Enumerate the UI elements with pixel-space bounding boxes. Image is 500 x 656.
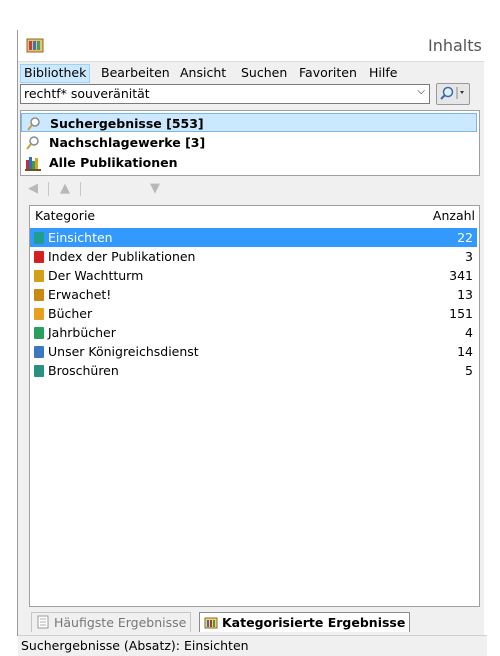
navigation-list: Suchergebnisse [553] Nachschlagewerke [3…: [20, 110, 480, 176]
book-icon: [34, 365, 44, 377]
tab-label: Kategorisierte Ergebnisse: [222, 615, 406, 630]
book-icon: [34, 327, 44, 339]
app-window: Inhalts Bibliothek Bearbeiten Ansicht Su…: [17, 30, 487, 656]
magnifier-icon: [27, 117, 40, 131]
menu-bar: Bibliothek Bearbeiten Ansicht Suchen Fav…: [18, 62, 484, 83]
menu-ansicht[interactable]: Ansicht: [177, 64, 229, 81]
results-tabs: Häufigste Ergebnisse Kategorisierte Erge…: [29, 612, 478, 632]
chevron-down-icon[interactable]: ⌵: [417, 86, 425, 97]
row-category: Index der Publikationen: [48, 249, 196, 264]
grid-header: Kategorie Anzahl: [30, 206, 479, 226]
tab-label: Häufigste Ergebnisse: [54, 615, 187, 630]
categorized-books-icon: [204, 617, 218, 629]
up-arrow-icon[interactable]: ▲: [56, 180, 74, 198]
menu-bearbeiten[interactable]: Bearbeiten: [98, 64, 173, 81]
nav-item-label: Nachschlagewerke [3]: [49, 135, 206, 150]
row-category: Einsichten: [48, 230, 113, 245]
book-icon: [34, 346, 44, 358]
book-icon: [34, 232, 44, 244]
table-row[interactable]: Der Wachtturm 341: [30, 266, 477, 285]
navigation-toolbar: ◀ ▲ ▼: [20, 178, 478, 200]
row-count: 3: [465, 249, 473, 264]
column-header-anzahl[interactable]: Anzahl: [433, 206, 475, 226]
row-category: Jahrbücher: [48, 325, 116, 340]
row-count: 14: [457, 344, 473, 359]
row-count: 13: [457, 287, 473, 302]
nav-item-suchergebnisse[interactable]: Suchergebnisse [553]: [21, 113, 477, 132]
row-category: Unser Königreichsdienst: [48, 344, 199, 359]
row-count: 22: [457, 230, 473, 245]
search-button[interactable]: [436, 83, 470, 105]
column-header-kategorie[interactable]: Kategorie: [35, 206, 95, 226]
search-row: ⌵: [18, 83, 484, 105]
tab-haeufigste-ergebnisse[interactable]: Häufigste Ergebnisse: [31, 612, 192, 632]
menu-suchen[interactable]: Suchen: [238, 64, 290, 81]
table-row[interactable]: Unser Königreichsdienst 14: [30, 342, 477, 361]
desktop-background: [0, 0, 500, 30]
nav-item-alle-publikationen[interactable]: Alle Publikationen: [21, 153, 477, 172]
row-category: Broschüren: [48, 363, 119, 378]
toolbar-separator: [80, 182, 81, 196]
toolbar-separator: [48, 182, 49, 196]
book-icon: [34, 251, 44, 263]
table-row[interactable]: Jahrbücher 4: [30, 323, 477, 342]
menu-bibliothek[interactable]: Bibliothek: [20, 64, 91, 83]
menu-favoriten[interactable]: Favoriten: [296, 64, 360, 81]
status-bar: Suchergebnisse (Absatz): Einsichten: [18, 635, 487, 656]
search-icon: [440, 86, 464, 100]
table-row[interactable]: Einsichten 22: [30, 228, 477, 247]
nav-item-nachschlagewerke[interactable]: Nachschlagewerke [3]: [21, 133, 477, 152]
library-app-icon: [26, 38, 44, 53]
table-row[interactable]: Index der Publikationen 3: [30, 247, 477, 266]
title-bar: Inhalts: [18, 30, 484, 62]
search-combobox[interactable]: ⌵: [20, 84, 430, 104]
row-count: 4: [465, 325, 473, 340]
tab-kategorisierte-ergebnisse[interactable]: Kategorisierte Ergebnisse: [199, 612, 411, 632]
down-arrow-icon[interactable]: ▼: [146, 180, 164, 198]
book-icon: [34, 289, 44, 301]
back-arrow-icon[interactable]: ◀: [24, 180, 42, 198]
category-results-grid: Kategorie Anzahl Einsichten 22 Index der…: [29, 205, 480, 607]
bookshelf-icon: [25, 157, 41, 171]
table-row[interactable]: Erwachet! 13: [30, 285, 477, 304]
magnifier-icon: [26, 136, 39, 150]
search-input[interactable]: [21, 85, 404, 101]
table-row[interactable]: Bücher 151: [30, 304, 477, 323]
document-icon: [37, 615, 49, 629]
nav-item-label: Alle Publikationen: [49, 155, 178, 170]
book-icon: [34, 308, 44, 320]
row-category: Erwachet!: [48, 287, 112, 302]
nav-item-label: Suchergebnisse [553]: [50, 116, 204, 131]
menu-hilfe[interactable]: Hilfe: [366, 64, 400, 81]
row-category: Der Wachtturm: [48, 268, 144, 283]
row-category: Bücher: [48, 306, 93, 321]
row-count: 5: [465, 363, 473, 378]
row-count: 151: [449, 306, 473, 321]
window-title: Inhalts: [428, 36, 482, 55]
row-count: 341: [449, 268, 473, 283]
book-icon: [34, 270, 44, 282]
table-row[interactable]: Broschüren 5: [30, 361, 477, 380]
